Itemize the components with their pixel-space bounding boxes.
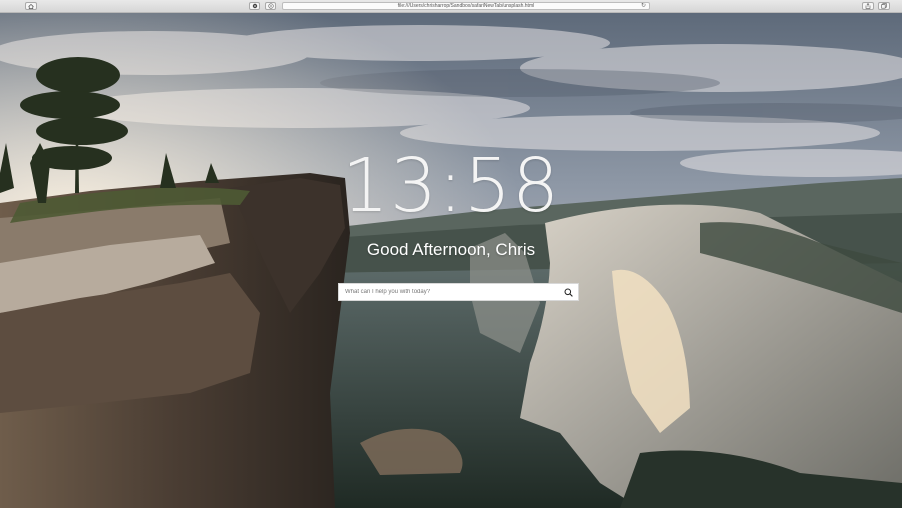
search-button[interactable] — [562, 286, 574, 298]
search-input[interactable] — [339, 284, 560, 300]
gear-icon — [252, 3, 257, 9]
compass-icon — [267, 3, 274, 9]
tabs-button[interactable] — [878, 2, 890, 10]
background-landscape — [0, 13, 902, 508]
share-button[interactable] — [862, 2, 874, 10]
address-text: file:///Users/chrisharrop/Sandbox/safari… — [397, 3, 535, 9]
search-box — [338, 283, 579, 301]
settings-button[interactable] — [249, 2, 260, 10]
share-icon — [865, 3, 871, 9]
address-bar[interactable]: file:///Users/chrisharrop/Sandbox/safari… — [282, 2, 650, 10]
background-photo — [0, 13, 902, 508]
search-icon — [564, 288, 573, 297]
home-button[interactable] — [25, 2, 37, 10]
home-icon — [28, 3, 34, 9]
tabs-icon — [881, 3, 887, 9]
reload-icon[interactable]: ↻ — [641, 3, 646, 9]
extension-button[interactable] — [265, 2, 276, 10]
greeting-text: Good Afternoon, Chris — [366, 240, 536, 259]
browser-toolbar: file:///Users/chrisharrop/Sandbox/safari… — [0, 0, 902, 13]
clock-time: 13:58 — [341, 143, 561, 229]
